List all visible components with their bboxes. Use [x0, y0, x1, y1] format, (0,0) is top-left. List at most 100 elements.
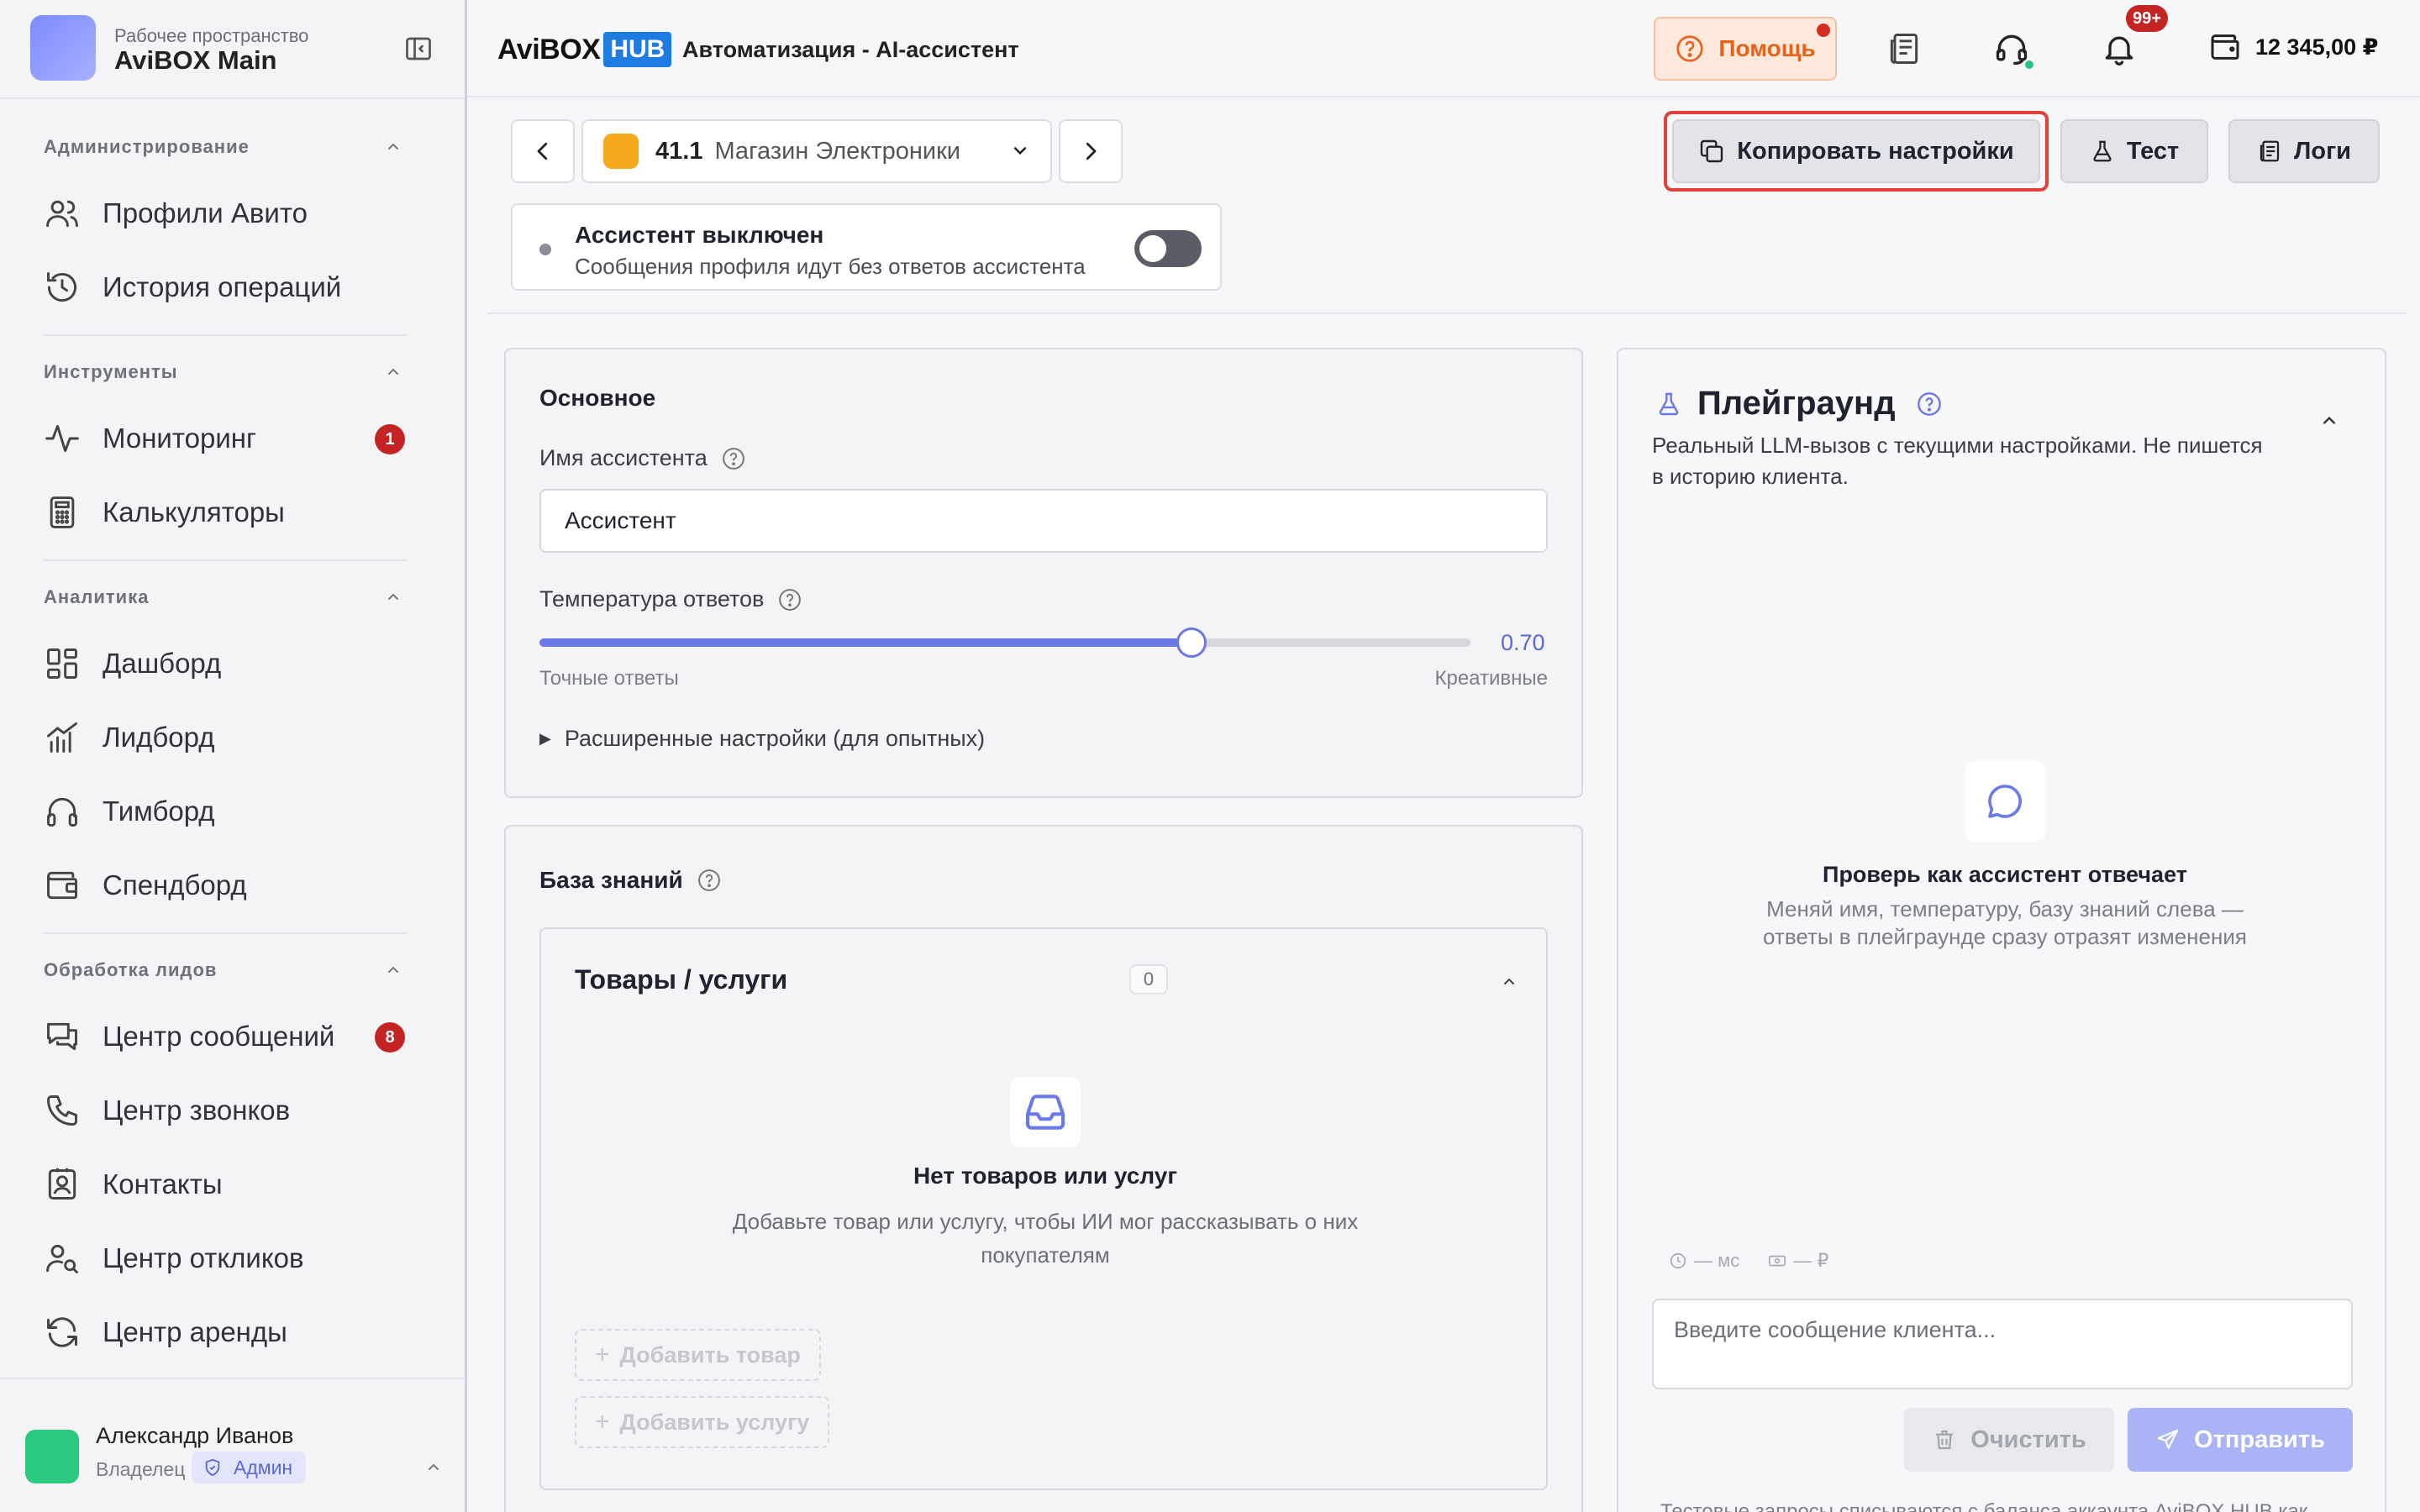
slider-fill: [539, 638, 1192, 647]
news-icon[interactable]: [1886, 30, 1923, 67]
prev-profile-button[interactable]: [511, 119, 575, 183]
plus-icon: +: [595, 1408, 610, 1436]
copy-icon: [1701, 139, 1723, 163]
sidebar-item-label: Спендборд: [103, 869, 247, 900]
chevron-down-icon: [1013, 147, 1027, 155]
sidebar-item-label: Дашборд: [103, 648, 222, 679]
knowledge-base-title: База знаний: [539, 867, 722, 894]
knowledge-base-card: База знаний Товары / услуги 0 Нет товаро…: [504, 825, 1583, 1512]
role-badge: Админ: [192, 1452, 307, 1483]
sidebar-item-label: Центр звонков: [103, 1095, 291, 1126]
help-icon[interactable]: [777, 587, 802, 612]
sidebar-item-label: Лидборд: [103, 722, 215, 753]
help-label: Помощь: [1718, 35, 1816, 61]
top-header: AviBOX HUB Автоматизация - AI-ассистент …: [467, 0, 2420, 97]
logo-hub: HUB: [603, 32, 672, 67]
sidebar-item-contacts[interactable]: Контакты: [44, 1159, 413, 1210]
chevron-up-icon[interactable]: [383, 586, 403, 606]
user-menu[interactable]: Александр Иванов Владелец Админ: [0, 1378, 465, 1512]
cost-value: — ₽: [1793, 1250, 1829, 1271]
test-label: Тест: [2126, 137, 2180, 165]
sidebar-item-message-center[interactable]: Центр сообщений 8: [44, 1011, 413, 1062]
help-icon[interactable]: [721, 446, 746, 471]
sidebar-item-label: История операций: [103, 271, 342, 302]
bell-icon[interactable]: [2101, 30, 2138, 67]
advanced-settings-toggle[interactable]: ▶ Расширенные настройки (для опытных): [539, 726, 985, 752]
chevron-up-icon[interactable]: [424, 1457, 444, 1477]
sidebar-item-teamboard[interactable]: Тимборд: [44, 786, 413, 837]
phone-icon: [47, 1095, 77, 1126]
sidebar-item-dashboard[interactable]: Дашборд: [44, 638, 413, 689]
sidebar-item-rental[interactable]: Центр аренды: [44, 1307, 413, 1357]
playground-description: Реальный LLM-вызов с текущими настройкам…: [1652, 433, 2263, 489]
copy-settings-button[interactable]: Копировать настройки: [1672, 119, 2040, 183]
test-button[interactable]: Тест: [2060, 119, 2208, 183]
user-role: Владелец: [96, 1458, 186, 1480]
flask-icon: [1659, 392, 1679, 415]
sidebar-item-leadboard[interactable]: Лидборд: [44, 712, 413, 763]
chevron-up-icon[interactable]: [383, 959, 403, 979]
add-service-button[interactable]: + Добавить услугу: [575, 1396, 830, 1448]
users-icon: [46, 200, 78, 228]
send-button[interactable]: Отправить: [2128, 1408, 2353, 1472]
send-label: Отправить: [2194, 1425, 2325, 1453]
workspace-switcher[interactable]: Рабочее пространство AviBOX Main: [30, 15, 434, 82]
temperature-slider[interactable]: [539, 627, 1470, 658]
chevron-up-icon[interactable]: [383, 136, 403, 156]
send-icon: [2157, 1429, 2179, 1450]
sidebar-item-calculators[interactable]: Калькуляторы: [44, 487, 413, 538]
logs-button[interactable]: Логи: [2228, 119, 2380, 183]
logo-text: AviBOX: [497, 33, 601, 66]
products-section: Товары / услуги 0 Нет товаров или услуг …: [539, 927, 1548, 1490]
section-title-analytics: Аналитика: [44, 586, 150, 607]
next-profile-button[interactable]: [1059, 119, 1123, 183]
chevron-right-icon: [1086, 142, 1097, 160]
profile-avatar: [603, 134, 639, 169]
client-message-input[interactable]: Введите сообщение клиента...: [1652, 1299, 2353, 1389]
profile-selector[interactable]: 41.1 Магазин Электроники: [581, 119, 1052, 183]
playground-title: Плейграунд: [1655, 385, 1943, 423]
sidebar-item-monitoring[interactable]: Мониторинг 1: [44, 413, 413, 464]
app-logo[interactable]: AviBOX HUB: [497, 32, 672, 67]
add-product-button[interactable]: + Добавить товар: [575, 1329, 821, 1381]
playground-empty-title: Проверь как ассистент отвечает: [1823, 862, 2187, 887]
help-icon[interactable]: [1916, 391, 1943, 417]
assistant-name-input[interactable]: Ассистент: [539, 489, 1548, 553]
sidebar-collapse-icon[interactable]: [403, 34, 434, 64]
help-icon[interactable]: [697, 868, 722, 893]
slider-handle[interactable]: [1176, 627, 1207, 658]
playground-footer-note: Тестовые запросы списываются с баланса а…: [1660, 1500, 2308, 1512]
sidebar-item-label: Центр откликов: [103, 1242, 304, 1273]
card-title: База знаний: [539, 867, 683, 893]
assistant-toggle[interactable]: [1134, 230, 1202, 267]
messages-badge: 8: [375, 1022, 405, 1053]
clear-button[interactable]: Очистить: [1904, 1408, 2114, 1472]
chevron-up-icon[interactable]: [1499, 971, 1519, 991]
chevron-up-icon[interactable]: [383, 361, 403, 381]
playground-empty-text: Меняй имя, температуру, базу знаний слев…: [1763, 896, 2247, 949]
assistant-name-label: Имя ассистента: [539, 445, 746, 471]
help-button[interactable]: Помощь: [1654, 17, 1837, 81]
sidebar-item-responses[interactable]: Центр откликов: [44, 1233, 413, 1284]
clock-icon: [1670, 1252, 1686, 1269]
toggle-knob: [1139, 235, 1166, 262]
balance-widget[interactable]: 12 345,00 ₽: [2208, 30, 2378, 64]
sidebar-item-label: Профили Авито: [103, 197, 308, 228]
chevron-up-icon[interactable]: [2317, 408, 2341, 432]
sidebar-item-operations-history[interactable]: История операций: [44, 262, 413, 312]
sidebar-item-label: Тимборд: [103, 795, 215, 827]
temperature-label: Температура ответов: [539, 586, 802, 612]
wallet-icon: [2211, 34, 2239, 60]
sidebar-item-spendboard[interactable]: Спендборд: [44, 860, 413, 911]
money-icon: [1769, 1255, 1786, 1267]
sidebar-item-avito-profiles[interactable]: Профили Авито: [44, 188, 413, 239]
products-count: 0: [1129, 964, 1168, 995]
sidebar-item-call-center[interactable]: Центр звонков: [44, 1085, 413, 1136]
calculator-icon: [50, 496, 75, 528]
workspace-name: AviBOX Main: [114, 45, 277, 75]
page-title: Автоматизация - AI-ассистент: [682, 37, 1019, 62]
copy-settings-label: Копировать настройки: [1737, 137, 2014, 165]
add-product-label: Добавить товар: [619, 1341, 801, 1368]
trash-icon: [1936, 1430, 1954, 1450]
chat-bubble-icon: [1965, 761, 2045, 842]
